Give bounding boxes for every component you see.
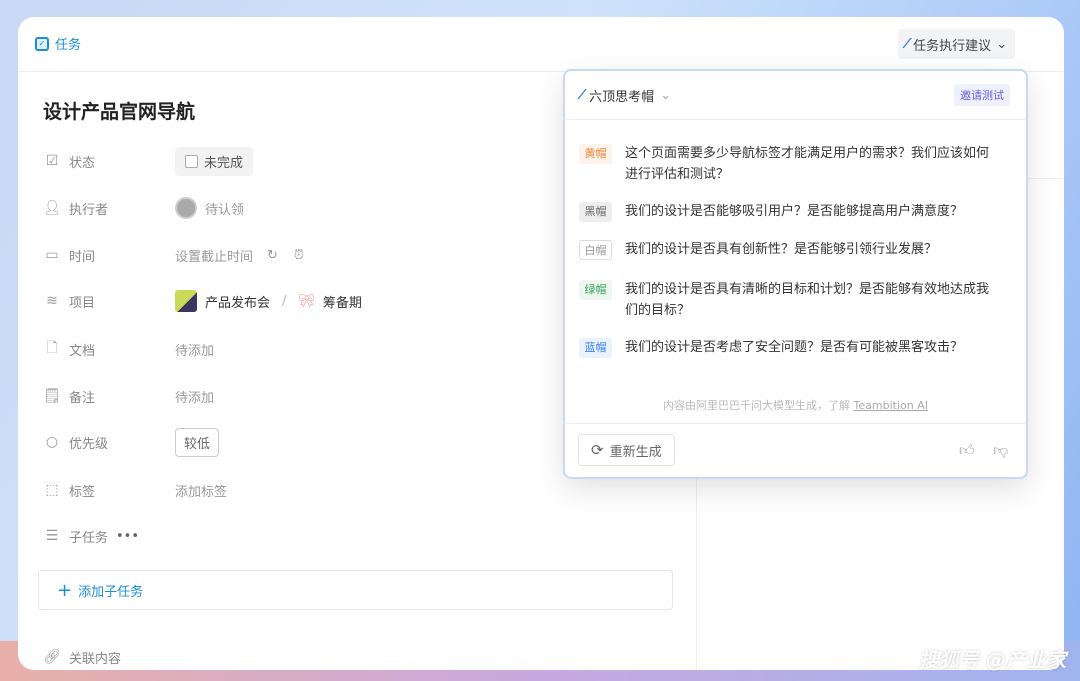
hat-suggestion: 黑帽我们的设计是否能够吸引用户？是否能够提高用户满意度？	[579, 201, 989, 222]
project-cover-icon	[175, 290, 197, 312]
project-link[interactable]: 产品发布会	[205, 292, 270, 311]
hat-question: 我们的设计是否具有创新性？是否能够引领行业发展？	[625, 239, 937, 260]
layers-icon: ≋	[43, 293, 61, 309]
add-note[interactable]: 待添加	[175, 387, 214, 406]
avatar	[175, 197, 197, 219]
field-label: 关联内容	[69, 648, 175, 667]
plus-icon: +	[57, 580, 72, 601]
tab-task[interactable]: ✓ 任务	[35, 34, 81, 53]
field-label: 项目	[69, 292, 175, 311]
add-document[interactable]: 待添加	[175, 340, 214, 359]
chevron-down-icon[interactable]: ⌄	[660, 88, 671, 103]
separator: /	[282, 294, 286, 309]
tab-label: 任务	[55, 34, 81, 53]
thumbs-down-icon[interactable]: 👎︎	[993, 441, 1008, 460]
priority-select[interactable]: 较低	[175, 428, 219, 457]
field-label: 子任务	[69, 527, 108, 546]
task-checkbox-icon: ✓	[35, 37, 49, 51]
repeat-icon[interactable]: ↻	[267, 248, 278, 263]
regenerate-button[interactable]: ⟳ 重新生成	[578, 434, 675, 466]
field-project: ≋ 项目 产品发布会 / 🎀︎ 筹备期	[43, 289, 362, 313]
hat-badge: 黄帽	[579, 144, 612, 164]
add-tag[interactable]: 添加标签	[175, 481, 227, 500]
hat-badge: 黑帽	[579, 202, 612, 222]
field-priority: ○ 优先级较低	[43, 430, 219, 454]
watermark: 搜狐号 @产业家	[919, 644, 1066, 673]
hat-badge: 蓝帽	[579, 338, 612, 358]
hat-suggestion: 黄帽这个页面需要多少导航标签才能满足用户的需求？我们应该如何进行评估和测试？	[579, 143, 989, 185]
hat-question: 我们的设计是否具有清晰的目标和计划？是否能够有效地达成我们的目标？	[625, 279, 989, 321]
header: ✓ 任务 ⁄ 任务执行建议 ⌄	[18, 17, 1064, 72]
check-square-icon: ☑	[43, 153, 61, 169]
hat-suggestion: 蓝帽我们的设计是否考虑了安全问题？是否有可能被黑客攻击？	[579, 337, 989, 358]
field-assignee: 👤︎ 执行者 待认领	[43, 196, 244, 220]
field-note: 🗒︎ 备注待添加	[43, 384, 214, 408]
field-label: 备注	[69, 387, 175, 406]
tag-icon: ⬚	[43, 482, 61, 498]
stage-link[interactable]: 筹备期	[323, 292, 362, 311]
user-icon: 👤︎	[43, 200, 61, 216]
calendar-icon: ▭	[43, 247, 61, 263]
checkbox[interactable]	[185, 155, 198, 168]
field-time: ▭ 时间设置截止时间 ↻ ⏰︎	[43, 243, 304, 267]
alarm-clock-icon[interactable]: ⏰︎	[294, 248, 304, 263]
circle-icon: ○	[43, 434, 61, 450]
field-status: ☑ 状态 未完成	[43, 149, 253, 173]
ai-wand-icon: ⁄	[906, 37, 908, 52]
task-title[interactable]: 设计产品官网导航	[43, 97, 195, 124]
note-icon: 🗒︎	[43, 388, 61, 404]
hat-suggestion: 绿帽我们的设计是否具有清晰的目标和计划？是否能够有效地达成我们的目标？	[579, 279, 989, 321]
field-label: 状态	[69, 152, 175, 171]
teambition-ai-link[interactable]: Teambition AI	[854, 399, 928, 412]
hat-question: 这个页面需要多少导航标签才能满足用户的需求？我们应该如何进行评估和测试？	[625, 143, 989, 185]
stage-icon: 🎀︎	[298, 294, 315, 309]
field-related: 🔗︎ 关联内容	[43, 645, 175, 669]
field-label: 优先级	[69, 433, 175, 452]
hat-badge: 白帽	[579, 240, 612, 260]
list-icon: ☰	[43, 528, 61, 544]
field-label: 时间	[69, 246, 175, 265]
hat-question: 我们的设计是否能够吸引用户？是否能够提高用户满意度？	[625, 201, 963, 222]
assignee-picker[interactable]: 待认领	[175, 197, 244, 219]
document-icon: 🗋︎	[43, 337, 61, 361]
ai-wand-icon: ⁄	[581, 88, 583, 103]
thumbs-up-icon[interactable]: 👍︎	[959, 441, 975, 460]
status-value: 未完成	[204, 152, 243, 171]
field-tags: ⬚ 标签添加标签	[43, 478, 227, 502]
assignee-value: 待认领	[205, 199, 244, 218]
field-label: 文档	[69, 340, 175, 359]
hat-badge: 绿帽	[579, 280, 612, 300]
status-toggle[interactable]: 未完成	[175, 147, 253, 176]
six-hats-popup: ⁄ 六顶思考帽 ⌄ 邀请测试 黄帽这个页面需要多少导航标签才能满足用户的需求？我们应该…	[563, 69, 1028, 479]
invite-test-badge[interactable]: 邀请测试	[954, 84, 1010, 106]
add-subtask-label: 添加子任务	[78, 581, 143, 600]
suggest-label: 任务执行建议	[913, 35, 991, 54]
field-subtasks: ☰ 子任务 •••	[43, 524, 139, 548]
footer-note: 内容由阿里巴巴千问大模型生成，了解 Teambition AI	[565, 397, 1026, 413]
hat-suggestion: 白帽我们的设计是否具有创新性？是否能够引领行业发展？	[579, 239, 989, 260]
refresh-icon: ⟳	[591, 441, 604, 459]
set-deadline-button[interactable]: 设置截止时间	[175, 246, 253, 265]
footer-text: 内容由阿里巴巴千问大模型生成，了解	[663, 399, 850, 412]
field-document: 🗋︎ 文档待添加	[43, 337, 214, 361]
divider	[565, 423, 1026, 424]
field-label: 标签	[69, 481, 175, 500]
link-icon: 🔗︎	[43, 649, 61, 665]
more-icon[interactable]: •••	[116, 529, 139, 544]
chevron-down-icon: ⌄	[996, 37, 1007, 52]
mode-select[interactable]: 六顶思考帽	[589, 86, 654, 105]
task-suggestion-dropdown[interactable]: ⁄ 任务执行建议 ⌄	[898, 29, 1015, 59]
regenerate-label: 重新生成	[610, 441, 662, 460]
field-label: 执行者	[69, 199, 175, 218]
add-subtask-button[interactable]: + 添加子任务	[38, 570, 673, 610]
hat-question: 我们的设计是否考虑了安全问题？是否有可能被黑客攻击？	[625, 337, 963, 358]
